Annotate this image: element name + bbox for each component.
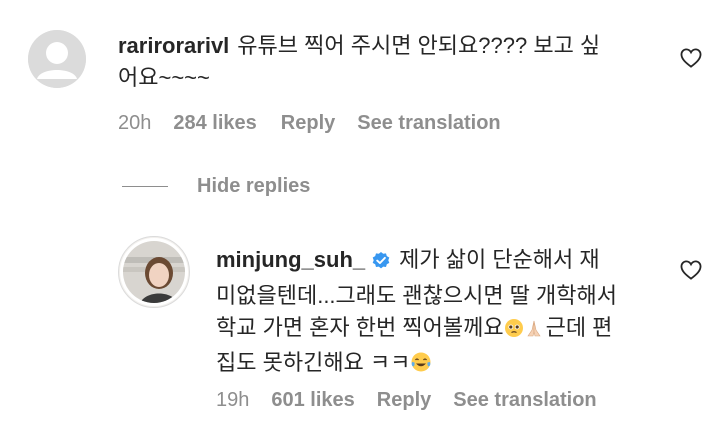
reply-body-line-4: 집도 못하긴해요 ㅋㅋ (216, 350, 411, 375)
avatar[interactable] (28, 30, 86, 88)
avatar[interactable] (118, 236, 190, 308)
username[interactable]: minjung_suh_ (216, 247, 365, 272)
replies-divider (122, 186, 168, 187)
reply-body-line-3: 학교 가면 혼자 한번 찍어볼께요 (216, 315, 504, 340)
username[interactable]: rarirorarivl (118, 33, 229, 58)
reply-body-line-2: 미없을텐데...그래도 괜찮으시면 딸 개학해서 (216, 283, 617, 308)
comment-meta: 20h 284 likes Reply See translation (118, 112, 501, 135)
see-translation-button[interactable]: See translation (453, 389, 596, 412)
comment-text: rarirorarivl 유튜브 찍어 주시면 안되요???? 보고 싶 어요~~… (118, 30, 658, 94)
reply-meta: 19h 601 likes Reply See translation (216, 389, 597, 412)
pleading-face-emoji-icon (504, 315, 524, 347)
timestamp[interactable]: 20h (118, 112, 151, 135)
reply-text: minjung_suh_ 제가 삶이 단순해서 재 미없을텐데...그래도 괜찮… (216, 244, 676, 382)
likes-count[interactable]: 601 likes (271, 389, 354, 412)
verified-badge-icon (371, 248, 391, 280)
tears-of-joy-emoji-icon (410, 350, 432, 382)
default-profile-icon (28, 30, 86, 88)
likes-count[interactable]: 284 likes (173, 112, 256, 135)
folded-hands-emoji-icon (524, 315, 544, 347)
reply-body-line-3b: 근데 편 (545, 315, 613, 340)
see-translation-button[interactable]: See translation (357, 112, 500, 135)
reply-button[interactable]: Reply (377, 389, 431, 412)
profile-photo-icon (120, 238, 188, 306)
reply-button[interactable]: Reply (281, 112, 335, 135)
timestamp[interactable]: 19h (216, 389, 249, 412)
like-heart-icon[interactable] (680, 260, 702, 285)
comment-body: 유튜브 찍어 주시면 안되요???? 보고 싶 (237, 33, 601, 58)
hide-replies-button[interactable]: Hide replies (197, 175, 310, 198)
like-heart-icon[interactable] (680, 48, 702, 73)
reply-body: 제가 삶이 단순해서 재 (399, 247, 600, 272)
comment-body-continued: 어요~~~~ (118, 65, 210, 90)
